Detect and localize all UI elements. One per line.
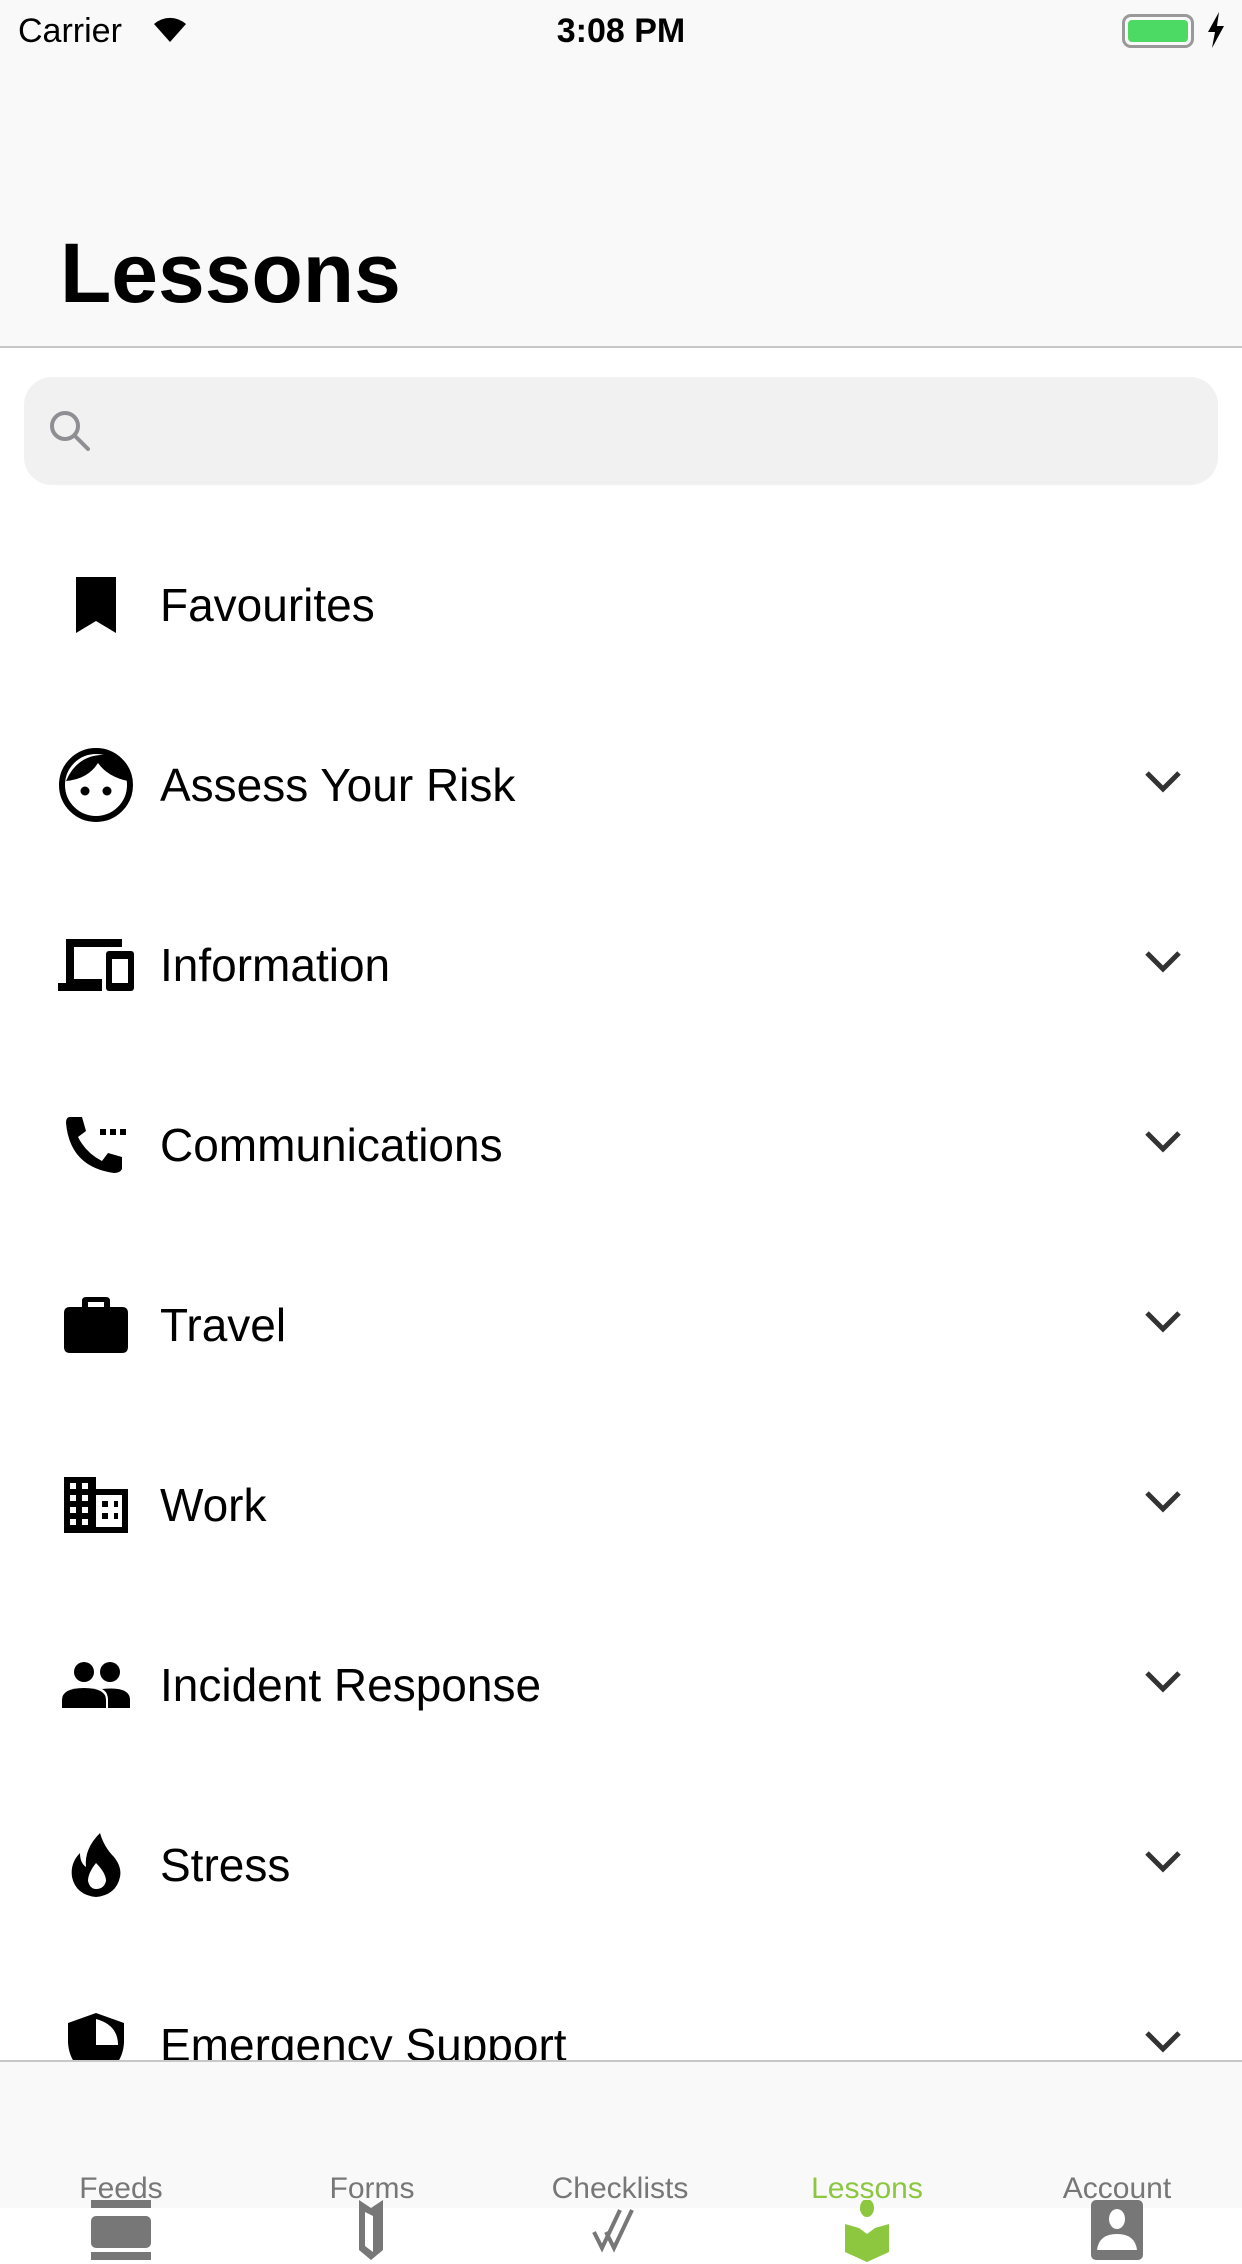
status-bar: Carrier 3:08 PM	[0, 0, 1242, 60]
devices-icon	[56, 925, 136, 1005]
bookmark-icon	[56, 565, 136, 645]
building-icon	[56, 1465, 136, 1545]
list-item-label: Incident Response	[160, 1659, 542, 1711]
list-item-label: Travel	[160, 1299, 287, 1351]
list-item-stress[interactable]: Stress	[0, 1775, 1242, 1955]
chevron-down-icon[interactable]	[1143, 1307, 1183, 1337]
chevron-down-icon[interactable]	[1143, 1127, 1183, 1157]
list-item-incident-response[interactable]: Incident Response	[0, 1595, 1242, 1775]
tab-checklists[interactable]: Checklists	[510, 2062, 730, 2253]
face-icon	[56, 745, 136, 825]
tab-account[interactable]: Account	[1007, 2062, 1227, 2260]
search-input[interactable]	[24, 377, 1218, 485]
flame-icon	[56, 1825, 136, 1905]
list-item-label: Communications	[160, 1119, 503, 1171]
list-item-label: Favourites	[160, 579, 375, 631]
chevron-down-icon[interactable]	[1143, 2027, 1183, 2057]
chevron-down-icon[interactable]	[1143, 767, 1183, 797]
tab-label: Feeds	[79, 2172, 163, 2205]
list-item-favourites[interactable]: Favourites	[0, 515, 1242, 695]
tab-label: Lessons	[811, 2172, 923, 2205]
briefcase-icon	[56, 1285, 136, 1365]
list-item-label: Stress	[160, 1839, 291, 1891]
tab-label: Account	[1062, 2172, 1172, 2205]
battery-icon	[1122, 14, 1194, 48]
phone-icon	[56, 1105, 136, 1185]
tab-label: Forms	[329, 2172, 415, 2205]
page-title: Lessons	[60, 226, 401, 320]
people-icon	[56, 1645, 136, 1725]
tab-feeds[interactable]: Feeds	[11, 2062, 231, 2260]
tab-bar: Feeds Forms Checklists Lessons Account	[0, 2060, 1242, 2262]
tab-label: Checklists	[551, 2172, 689, 2205]
chevron-down-icon[interactable]	[1143, 1847, 1183, 1877]
chevron-down-icon[interactable]	[1143, 947, 1183, 977]
list-item-communications[interactable]: Communications	[0, 1055, 1242, 1235]
list-item-label: Information	[160, 939, 391, 991]
list-item-travel[interactable]: Travel	[0, 1235, 1242, 1415]
clock: 3:08 PM	[556, 12, 686, 50]
chevron-down-icon[interactable]	[1143, 1667, 1183, 1697]
chevron-down-icon[interactable]	[1143, 1487, 1183, 1517]
tab-forms[interactable]: Forms	[262, 2062, 482, 2260]
list-item-work[interactable]: Work	[0, 1415, 1242, 1595]
list-item-label: Work	[160, 1479, 267, 1531]
list-item-assess-your-risk[interactable]: Assess Your Risk	[0, 695, 1242, 875]
tab-lessons[interactable]: Lessons	[757, 2062, 977, 2262]
charging-icon	[1208, 12, 1224, 48]
search-icon	[50, 411, 90, 451]
list-item-label: Assess Your Risk	[160, 759, 516, 811]
list-item-information[interactable]: Information	[0, 875, 1242, 1055]
nav-header: Lessons	[0, 60, 1242, 348]
